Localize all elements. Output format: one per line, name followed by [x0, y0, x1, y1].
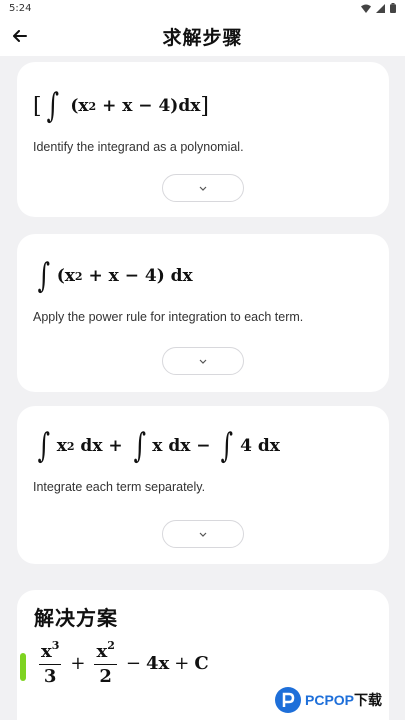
- step-3-expand-button[interactable]: [162, 520, 244, 548]
- step-2-expand-button[interactable]: [162, 347, 244, 375]
- pcpop-watermark: PCPOP下载: [275, 684, 403, 716]
- wifi-icon: [361, 4, 371, 13]
- chevron-down-icon: [199, 186, 207, 191]
- chevron-down-icon: [199, 359, 207, 364]
- back-button[interactable]: [8, 24, 32, 48]
- step-1-expand-button[interactable]: [162, 174, 244, 202]
- step-2-description: Apply the power rule for integration to …: [33, 310, 304, 324]
- watermark-brand: PCPOP: [305, 692, 355, 708]
- watermark-suffix: 下载: [354, 692, 383, 708]
- solution-formula: x3 3 + x2 2 −4x + C: [39, 639, 209, 687]
- status-icons: [361, 3, 396, 13]
- step-3-description: Integrate each term separately.: [33, 480, 206, 494]
- pcpop-logo-icon: [275, 687, 301, 713]
- solution-title: 解决方案: [34, 606, 118, 630]
- solution-accent-bar: [20, 653, 26, 681]
- page-title: 求解步骤: [162, 26, 243, 49]
- back-arrow-icon: [13, 30, 27, 42]
- signal-icon: [376, 3, 385, 13]
- step-card-1: [∫ (x 2 + x − 4)dx] Identify the integrand…: [17, 62, 389, 217]
- watermark-text: PCPOP下载: [305, 690, 382, 710]
- chevron-down-icon: [199, 532, 207, 537]
- step-card-2: ∫ (x 2 + x − 4) dx Apply the power rule fo…: [17, 234, 389, 392]
- step-card-3: ∫ x 2 dx + ∫ x dx − ∫ 4 dx Integrate each te…: [17, 406, 389, 564]
- step-1-formula: [∫ (x 2 + x − 4)dx]: [33, 86, 209, 126]
- step-2-formula: ∫ (x 2 + x − 4) dx: [37, 256, 193, 296]
- step-3-formula: ∫ x 2 dx + ∫ x dx − ∫ 4 dx: [37, 426, 280, 466]
- status-time: 5:24: [9, 2, 32, 14]
- step-1-description: Identify the integrand as a polynomial.: [33, 140, 244, 154]
- battery-icon: [390, 3, 396, 13]
- app-bar: 求解步骤: [0, 16, 405, 56]
- status-bar: 5:24: [0, 0, 405, 16]
